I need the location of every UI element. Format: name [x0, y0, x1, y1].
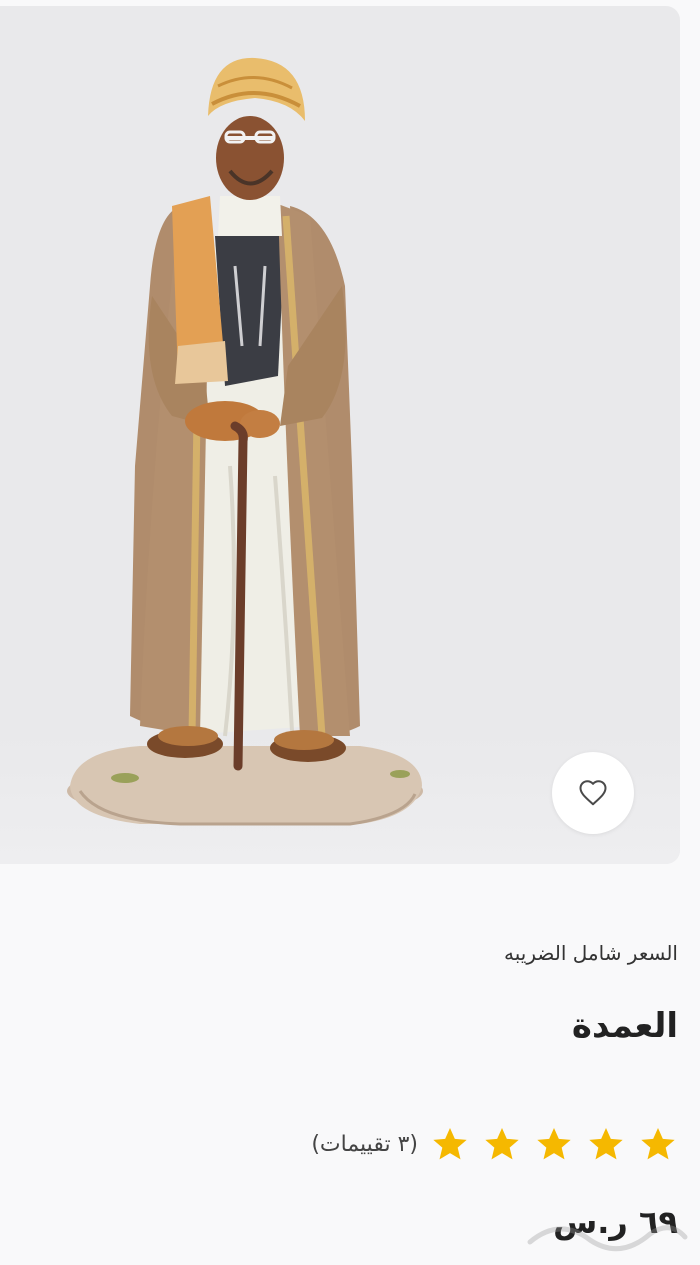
product-page: السعر شامل الضريبه العمدة (٣ تقييمات) ٦٩… [0, 0, 700, 1265]
product-title: العمدة [571, 1006, 678, 1046]
watermark-logo [527, 1225, 688, 1252]
star-icon [641, 1127, 675, 1160]
product-image-figurine [67, 57, 423, 826]
tax-inclusive-note: السعر شامل الضريبه [504, 941, 678, 965]
rating-count[interactable]: (٣ تقييمات) [311, 1132, 418, 1157]
rating-stars [430, 1125, 678, 1165]
star-icon [433, 1127, 467, 1160]
star-icon [485, 1127, 519, 1160]
product-image-card[interactable] [0, 6, 680, 864]
star-icon [589, 1127, 623, 1160]
star-icon [537, 1127, 571, 1160]
rating-row[interactable]: (٣ تقييمات) [22, 1125, 678, 1165]
product-info: السعر شامل الضريبه العمدة (٣ تقييمات) ٦٩… [22, 940, 678, 1241]
heart-outline-icon [579, 780, 607, 806]
wishlist-button[interactable] [552, 752, 634, 834]
